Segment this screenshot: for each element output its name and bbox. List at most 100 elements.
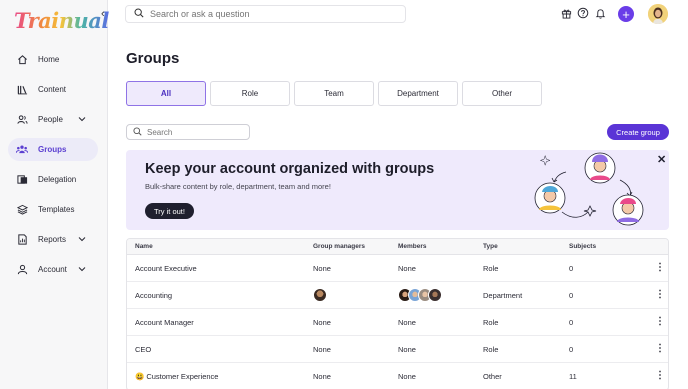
- groups-table: Name Group managers Members Type Subject…: [126, 238, 669, 389]
- group-managers: None: [313, 317, 331, 327]
- group-search[interactable]: [126, 124, 250, 140]
- sidebar-item-reports[interactable]: Reports: [8, 228, 98, 251]
- create-group-button[interactable]: Create group: [607, 124, 669, 140]
- trainual-logo[interactable]: Trainual: [14, 8, 109, 33]
- sidebar-item-label: Templates: [38, 205, 75, 214]
- column-header-subjects[interactable]: Subjects: [569, 239, 596, 254]
- more-options-icon[interactable]: ⋮: [655, 336, 665, 362]
- group-name[interactable]: Accounting: [135, 282, 172, 308]
- table-header: Name Group managers Members Type Subject…: [127, 239, 668, 255]
- group-managers: [313, 282, 327, 308]
- group-managers: None: [313, 263, 331, 273]
- group-subjects: 0: [569, 317, 574, 327]
- banner-title: Keep your account organized with groups: [145, 161, 435, 177]
- sidebar-item-label: Delegation: [38, 175, 77, 184]
- close-icon[interactable]: ✕: [657, 153, 666, 166]
- sidebar-item-label: Reports: [38, 235, 67, 244]
- table-row[interactable]: CEO None None Role 0 ⋮: [127, 336, 668, 363]
- column-header-members[interactable]: Members: [398, 239, 427, 254]
- group-members: None: [398, 317, 416, 327]
- group-managers: None: [313, 371, 331, 381]
- column-header-managers[interactable]: Group managers: [313, 239, 365, 254]
- more-options-icon[interactable]: ⋮: [655, 255, 665, 281]
- sidebar-item-groups[interactable]: Groups: [8, 138, 98, 161]
- user-avatar[interactable]: [648, 4, 668, 24]
- search-icon: [133, 126, 142, 138]
- sidebar-item-label: Account: [38, 265, 67, 274]
- tab-other[interactable]: Other: [462, 81, 542, 106]
- tab-role[interactable]: Role: [210, 81, 290, 106]
- group-type: Role: [483, 263, 499, 273]
- create-new-button[interactable]: +: [618, 6, 634, 22]
- groups-promo-banner: Keep your account organized with groups …: [126, 150, 669, 230]
- sidebar-item-delegation[interactable]: Delegation: [8, 168, 98, 191]
- sidebar-item-home[interactable]: Home: [8, 48, 98, 71]
- chevron-down-icon[interactable]: [78, 115, 86, 124]
- search-icon: [134, 8, 144, 20]
- global-search[interactable]: [125, 5, 406, 23]
- member-avatar[interactable]: [428, 288, 442, 302]
- group-members: None: [398, 344, 416, 354]
- books-icon: [16, 84, 28, 96]
- group-name[interactable]: Account Manager: [135, 309, 194, 335]
- more-options-icon[interactable]: ⋮: [655, 282, 665, 308]
- group-managers: None: [313, 344, 331, 354]
- manager-avatar[interactable]: [313, 288, 327, 302]
- group-subjects: 11: [569, 371, 577, 381]
- group-search-input[interactable]: [147, 127, 247, 137]
- column-header-type[interactable]: Type: [483, 239, 498, 254]
- report-icon: [16, 234, 28, 246]
- group-subjects: 0: [569, 290, 574, 300]
- group-subjects: 0: [569, 263, 574, 273]
- home-icon: [16, 54, 28, 66]
- more-options-icon[interactable]: ⋮: [655, 309, 665, 335]
- group-name[interactable]: 😃 Customer Experience: [135, 363, 218, 389]
- help-icon[interactable]: [576, 6, 590, 20]
- group-name-text: Customer Experience: [146, 371, 219, 381]
- group-subjects: 0: [569, 344, 574, 354]
- tab-team[interactable]: Team: [294, 81, 374, 106]
- more-options-icon[interactable]: ⋮: [655, 363, 665, 389]
- chevron-down-icon[interactable]: [78, 235, 86, 244]
- column-header-name[interactable]: Name: [135, 239, 153, 254]
- sidebar-item-content[interactable]: Content: [8, 78, 98, 101]
- tab-department[interactable]: Department: [378, 81, 458, 106]
- delegation-icon: [16, 174, 28, 186]
- tab-all[interactable]: All: [126, 81, 206, 106]
- group-filter-tabs: All Role Team Department Other: [126, 81, 546, 106]
- group-name[interactable]: CEO: [135, 336, 151, 362]
- sidebar-item-label: Home: [38, 55, 60, 64]
- sidebar-item-account[interactable]: Account: [8, 258, 98, 281]
- group-members: None: [398, 263, 416, 273]
- group-type: Department: [483, 290, 523, 300]
- topbar-icons: [559, 6, 610, 20]
- gift-icon[interactable]: [559, 6, 573, 20]
- page-title: Groups: [126, 50, 180, 67]
- table-row[interactable]: Account Manager None None Role 0 ⋮: [127, 309, 668, 336]
- sidebar-item-label: People: [38, 115, 63, 124]
- groups-illustration: [534, 152, 644, 226]
- account-icon: [16, 264, 28, 276]
- group-emoji-icon: 😃: [135, 371, 145, 381]
- group-members: None: [398, 371, 416, 381]
- sidebar: Trainual ‹ Home Content People Groups De…: [0, 0, 109, 389]
- group-type: Role: [483, 344, 499, 354]
- group-name[interactable]: Account Executive: [135, 255, 197, 281]
- sidebar-item-label: Content: [38, 85, 67, 94]
- table-row[interactable]: 😃 Customer Experience None None Other 11…: [127, 363, 668, 389]
- sidebar-item-people[interactable]: People: [8, 108, 98, 131]
- chevron-down-icon[interactable]: [78, 265, 86, 274]
- banner-subtitle: Bulk-share content by role, department, …: [145, 182, 331, 191]
- table-row[interactable]: Accounting Department 0 ⋮: [127, 282, 668, 309]
- table-row[interactable]: Account Executive None None Role 0 ⋮: [127, 255, 668, 282]
- group-type: Role: [483, 317, 499, 327]
- try-it-out-button[interactable]: Try it out!: [145, 203, 194, 219]
- group-members: [398, 282, 442, 308]
- collapse-sidebar-icon[interactable]: ‹: [101, 8, 105, 20]
- sidebar-item-label: Groups: [38, 145, 67, 154]
- sidebar-item-templates[interactable]: Templates: [8, 198, 98, 221]
- bell-icon[interactable]: [593, 6, 607, 20]
- global-search-input[interactable]: [150, 9, 390, 19]
- layers-icon: [16, 204, 28, 216]
- people-icon: [16, 114, 28, 126]
